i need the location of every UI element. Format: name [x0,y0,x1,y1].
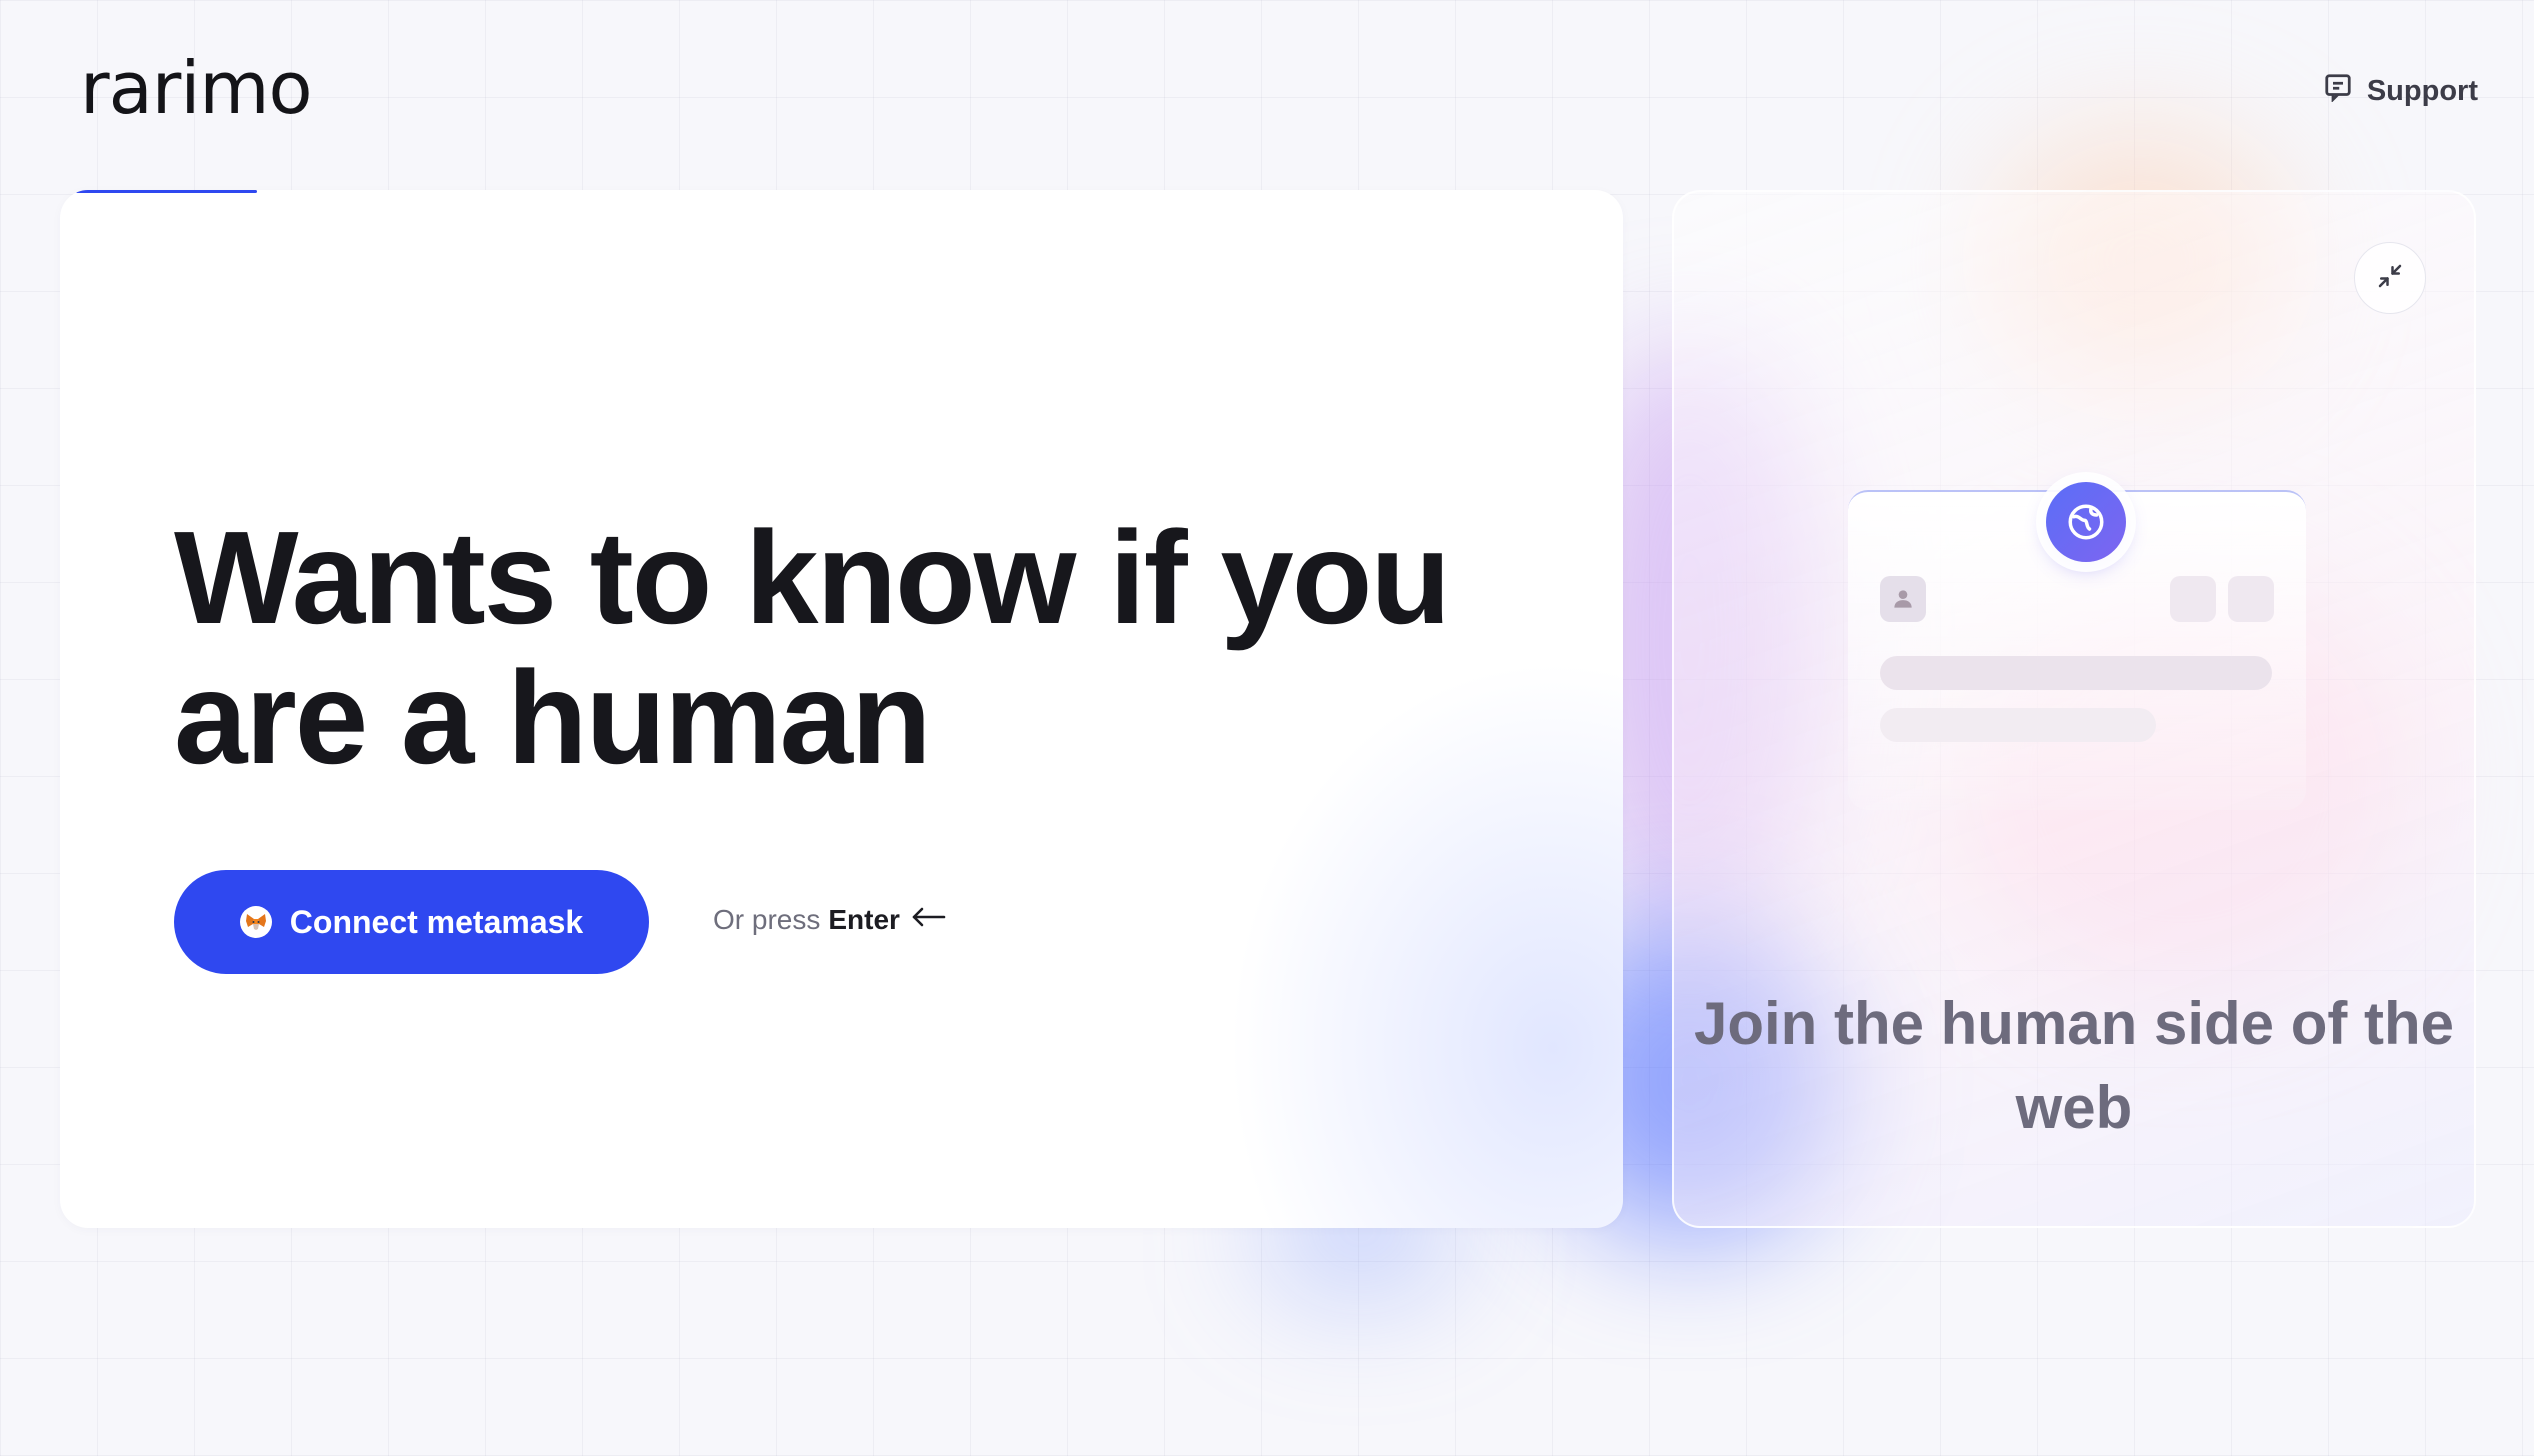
side-panel: Join the human side of the web [1672,190,2476,1228]
connect-metamask-button[interactable]: Connect metamask [174,870,649,974]
support-link[interactable]: Support [2323,72,2478,110]
page: rarimo Support Wants to know if you are … [0,0,2534,1456]
identity-card-illustration [1848,482,2306,810]
side-caption: Join the human side of the web [1693,990,2455,1141]
arrow-left-icon [908,904,948,936]
connect-button-label: Connect metamask [289,903,584,940]
page-title: Wants to know if you are a human [174,504,1451,791]
metamask-fox-icon [239,906,272,938]
hint-key: Enter [828,904,900,935]
placeholder-line [1880,708,2156,742]
placeholder-line [1880,656,2272,690]
support-label: Support [2366,74,2478,107]
hint-prefix: Or press [713,904,821,935]
rarimo-logo[interactable]: rarimo [80,52,313,124]
collapse-arrows-icon [2375,261,2405,295]
collapse-button[interactable] [2354,242,2426,314]
keyboard-hint: Or press Enter [713,904,948,936]
placeholder-square [2228,576,2274,622]
main-card: Wants to know if you are a human Connect… [60,190,1623,1228]
chat-icon [2323,72,2353,110]
user-icon [1880,576,1926,622]
globe-icon [2046,482,2126,562]
placeholder-square [2170,576,2216,622]
progress-indicator [76,190,257,193]
